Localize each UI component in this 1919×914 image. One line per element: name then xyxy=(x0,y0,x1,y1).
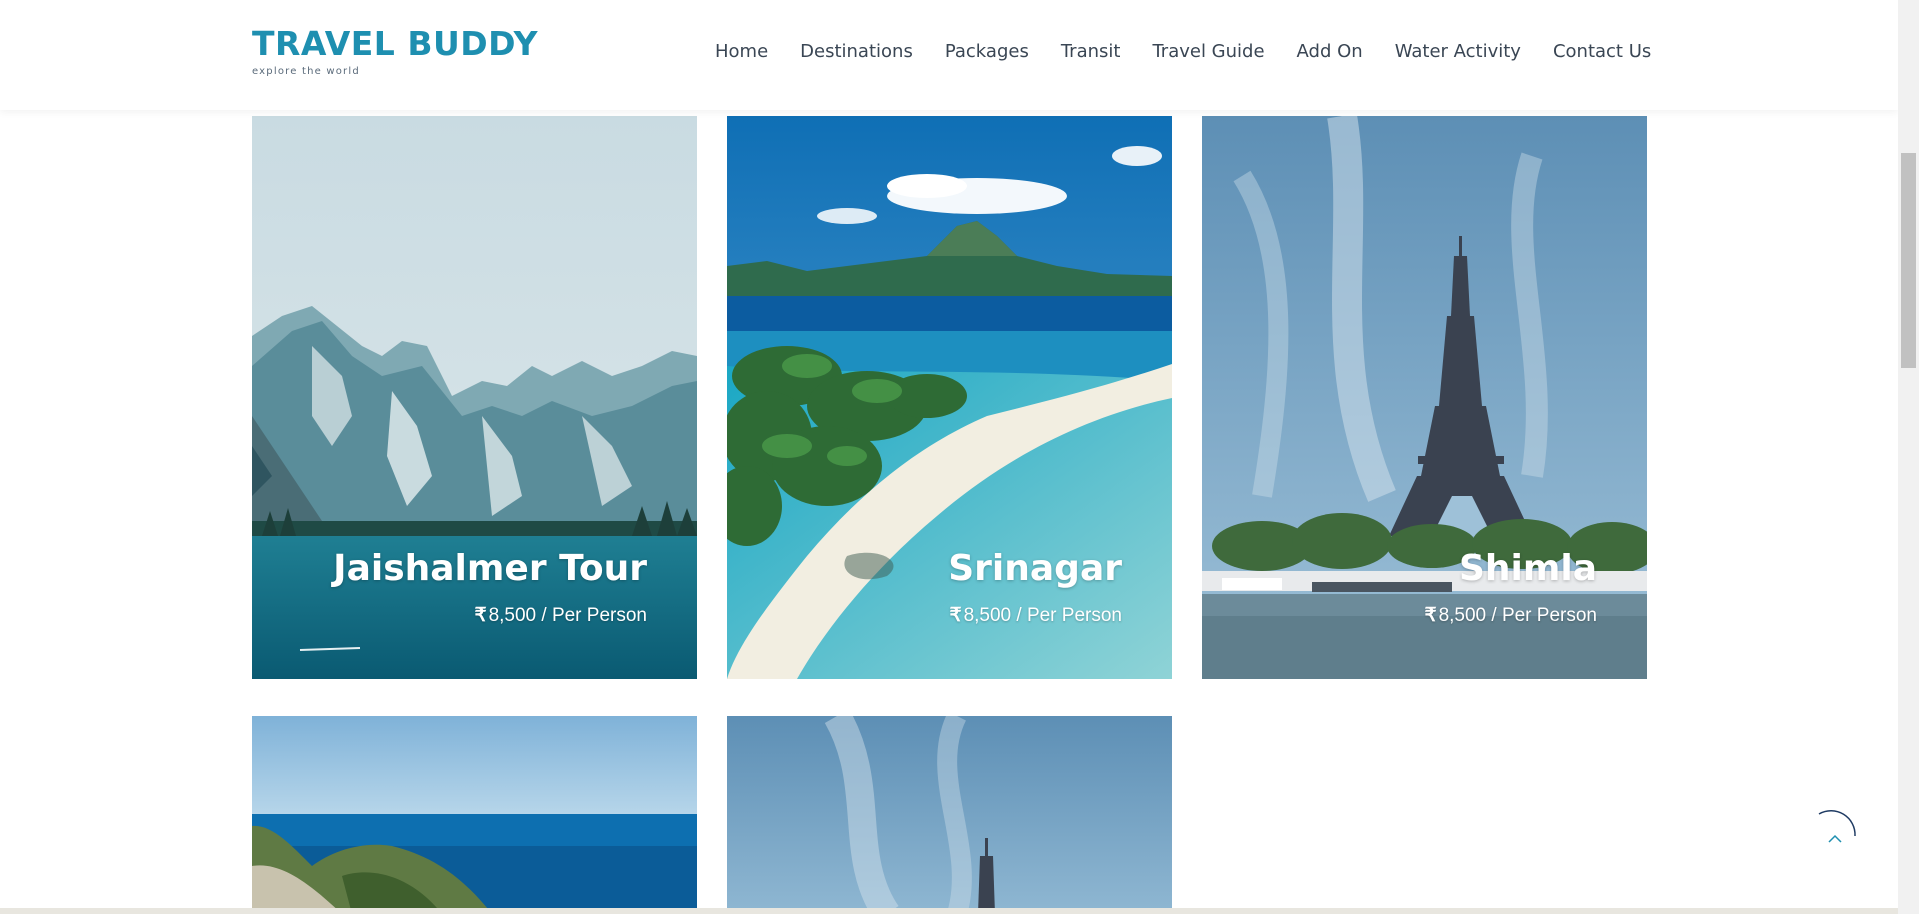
nav-contact-us[interactable]: Contact Us xyxy=(1553,41,1651,62)
package-title[interactable]: Srinagar xyxy=(948,548,1122,589)
package-card[interactable]: Srinagar ₹8,500 / Per Person xyxy=(727,116,1172,679)
package-image xyxy=(727,716,1172,914)
nav-add-on[interactable]: Add On xyxy=(1297,41,1363,62)
package-image xyxy=(727,116,1172,679)
nav-destinations[interactable]: Destinations xyxy=(800,41,913,62)
page-bottom-edge xyxy=(0,908,1898,914)
nav-packages[interactable]: Packages xyxy=(945,41,1029,62)
nav-water-activity[interactable]: Water Activity xyxy=(1395,41,1521,62)
site-header: TRAVEL BUDDY explore the world Home Dest… xyxy=(0,0,1898,110)
package-price: ₹8,500 / Per Person xyxy=(949,604,1122,627)
rupee-icon: ₹ xyxy=(1424,605,1437,626)
package-card[interactable] xyxy=(727,716,1172,914)
package-title[interactable]: Jaishalmer Tour xyxy=(333,548,647,589)
rupee-icon: ₹ xyxy=(474,605,487,626)
package-price: ₹8,500 / Per Person xyxy=(1424,604,1597,627)
price-text: 8,500 / Per Person xyxy=(488,605,647,626)
price-text: 8,500 / Per Person xyxy=(1438,605,1597,626)
nav-home[interactable]: Home xyxy=(715,41,768,62)
chevron-up-icon xyxy=(1818,810,1856,843)
rupee-icon: ₹ xyxy=(949,605,962,626)
scrollbar-thumb[interactable] xyxy=(1901,153,1916,368)
package-image xyxy=(252,116,697,679)
package-card[interactable]: Shimla ₹8,500 / Per Person xyxy=(1202,116,1647,679)
main-nav: Home Destinations Packages Transit Trave… xyxy=(700,41,1651,62)
nav-transit[interactable]: Transit xyxy=(1061,41,1121,62)
price-text: 8,500 / Per Person xyxy=(963,605,1122,626)
vertical-scrollbar[interactable] xyxy=(1898,0,1919,914)
package-card[interactable]: Jaishalmer Tour ₹8,500 / Per Person xyxy=(252,116,697,679)
logo-tagline: explore the world xyxy=(252,66,360,77)
back-to-top-button[interactable] xyxy=(1805,808,1861,864)
package-card[interactable] xyxy=(252,716,697,914)
package-price: ₹8,500 / Per Person xyxy=(474,604,647,627)
logo-title[interactable]: TRAVEL BUDDY xyxy=(252,24,538,64)
nav-travel-guide[interactable]: Travel Guide xyxy=(1152,41,1264,62)
site-logo[interactable]: TRAVEL BUDDY explore the world xyxy=(252,24,538,77)
package-title[interactable]: Shimla xyxy=(1459,548,1597,589)
package-image xyxy=(252,716,697,914)
package-image xyxy=(1202,116,1647,679)
